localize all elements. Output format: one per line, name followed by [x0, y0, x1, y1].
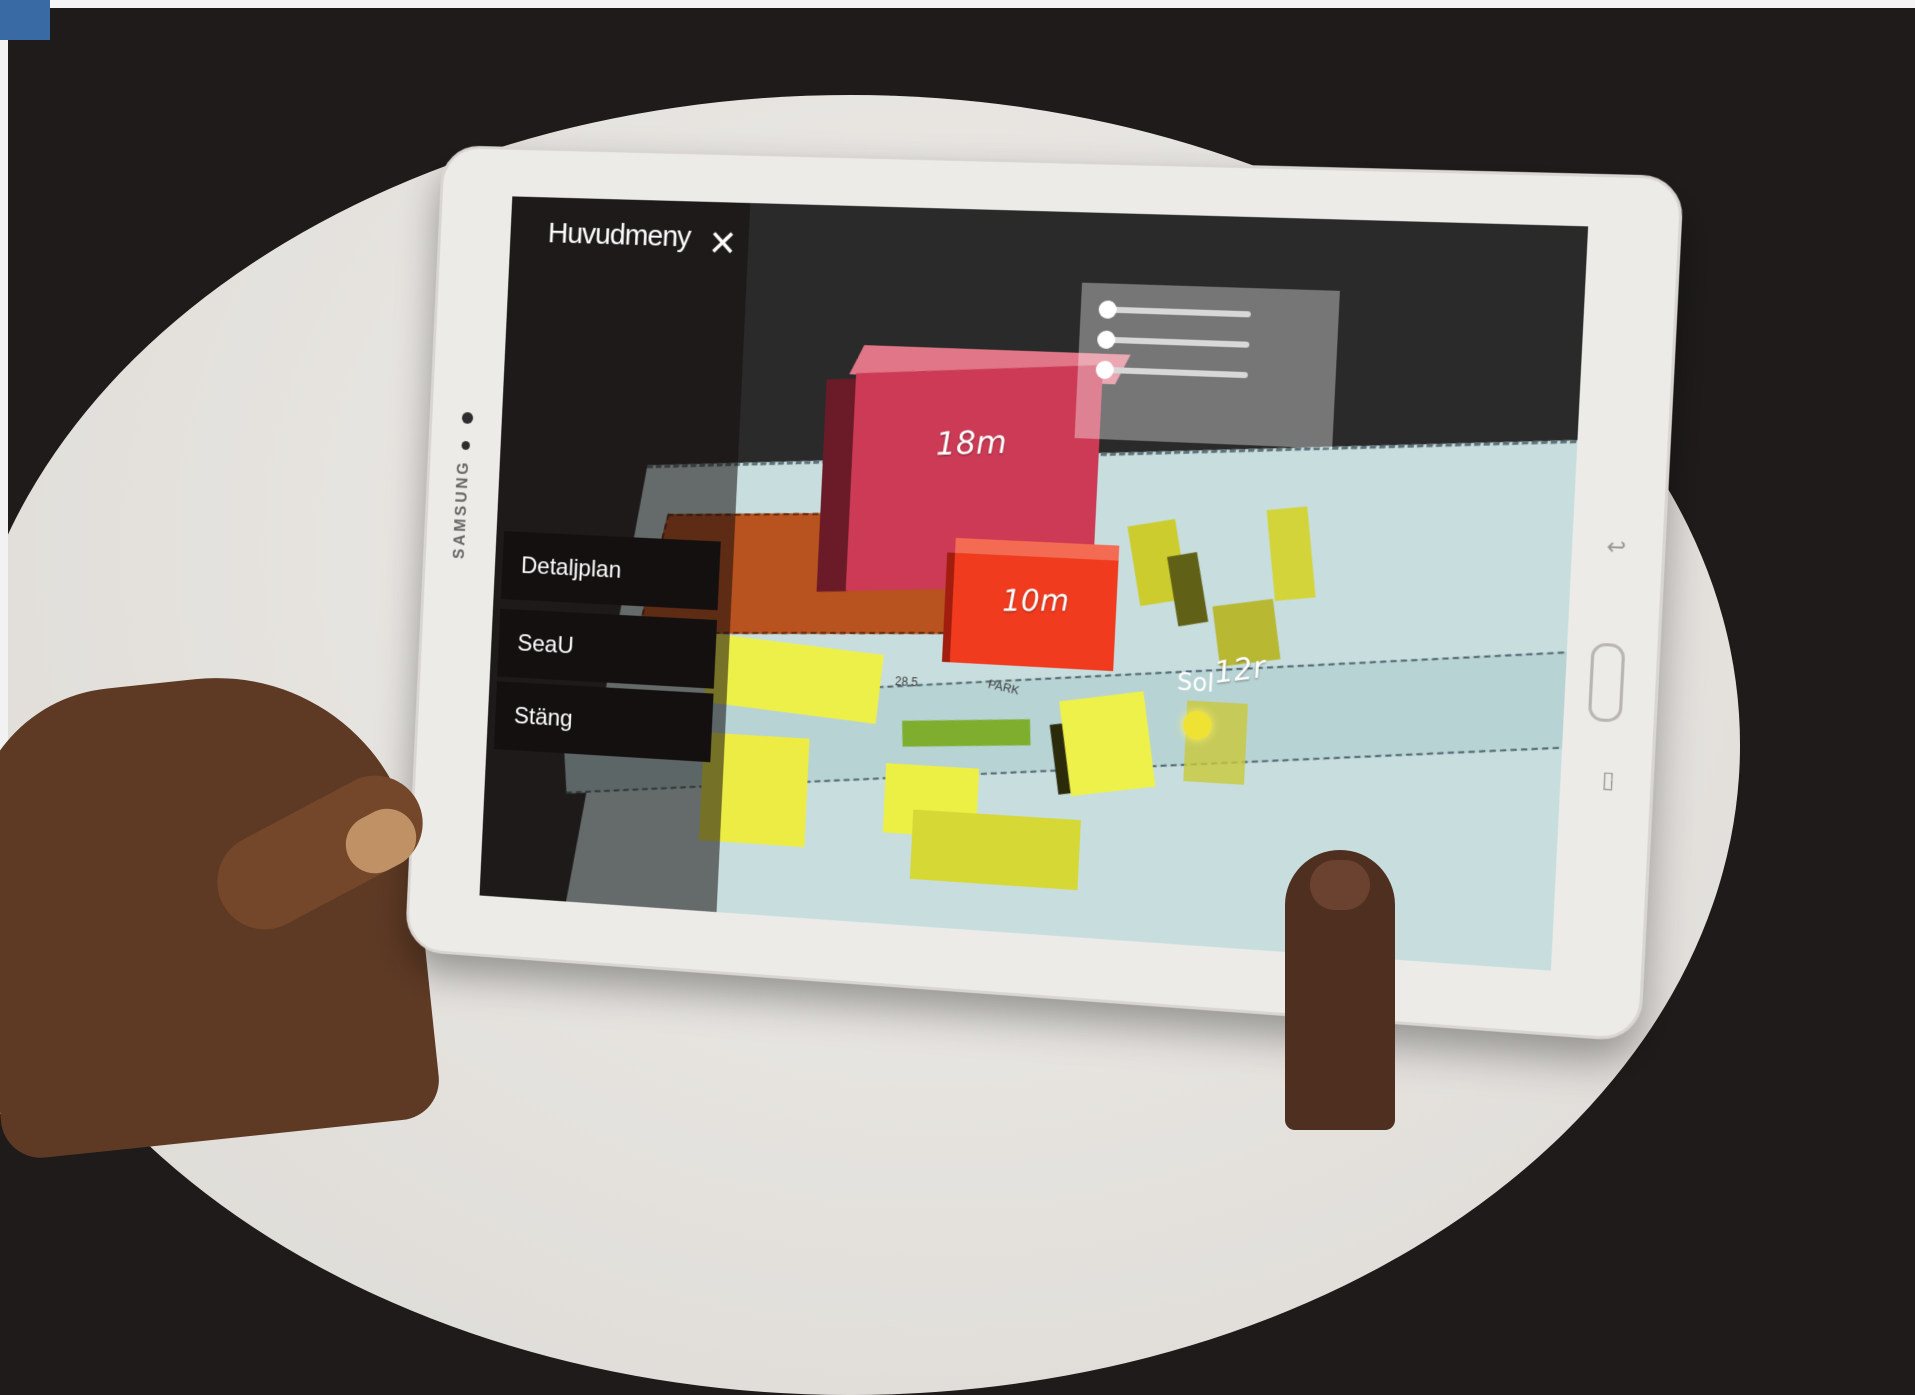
sun-button-label: Sol	[1176, 667, 1215, 698]
slider-handle[interactable]	[1096, 330, 1116, 350]
slider-track[interactable]	[1103, 336, 1250, 348]
close-icon[interactable]: ✕	[707, 224, 738, 265]
camera-sensor-icon	[461, 411, 474, 424]
sun-toggle-button[interactable]: Sol	[1161, 667, 1241, 762]
menu-item-detaljplan[interactable]: Detaljplan	[500, 531, 721, 611]
building-block[interactable]	[909, 809, 1081, 891]
corner-chip	[0, 0, 50, 40]
menu-title: Huvudmeny	[547, 216, 692, 254]
sun-icon	[1182, 710, 1213, 741]
slider-track[interactable]	[1101, 366, 1248, 379]
slider-handle[interactable]	[1095, 360, 1115, 380]
menu-item-stang[interactable]: Stäng	[493, 681, 714, 763]
slider-3[interactable]	[1095, 357, 1248, 386]
menu-item-seau[interactable]: SeaU	[497, 608, 718, 689]
photo-scene: SAMSUNG ↩ ▯ 28 5 PARK 18m 10m 12r Sol Hu…	[0, 0, 1915, 1395]
frame-border-top	[0, 0, 1915, 8]
slider-panel	[1074, 282, 1340, 449]
back-key-icon[interactable]: ↩	[1606, 534, 1627, 561]
slider-2[interactable]	[1096, 327, 1250, 356]
building-height-label: 18m	[935, 422, 1007, 463]
building-block[interactable]	[1059, 691, 1156, 797]
tablet-device: SAMSUNG ↩ ▯ 28 5 PARK 18m 10m 12r Sol Hu…	[404, 145, 1685, 1043]
slider-1[interactable]	[1098, 297, 1251, 326]
building-height-label: 10m	[1002, 583, 1070, 619]
slider-track[interactable]	[1104, 306, 1251, 318]
pointing-fingertip	[1310, 860, 1370, 910]
device-brand: SAMSUNG	[451, 459, 473, 560]
recent-apps-icon[interactable]: ▯	[1601, 767, 1615, 794]
ar-app-screen: 28 5 PARK 18m 10m 12r Sol Huvudmeny ✕ De…	[479, 196, 1589, 971]
main-menu-panel: Huvudmeny ✕ Detaljplan SeaU Stäng	[479, 196, 751, 913]
map-green-area	[902, 719, 1031, 747]
home-button[interactable]	[1587, 642, 1626, 723]
building-block[interactable]	[1266, 506, 1316, 602]
light-sensor-icon	[461, 440, 471, 451]
slider-handle[interactable]	[1098, 300, 1118, 319]
map-label: 28 5	[894, 674, 919, 690]
